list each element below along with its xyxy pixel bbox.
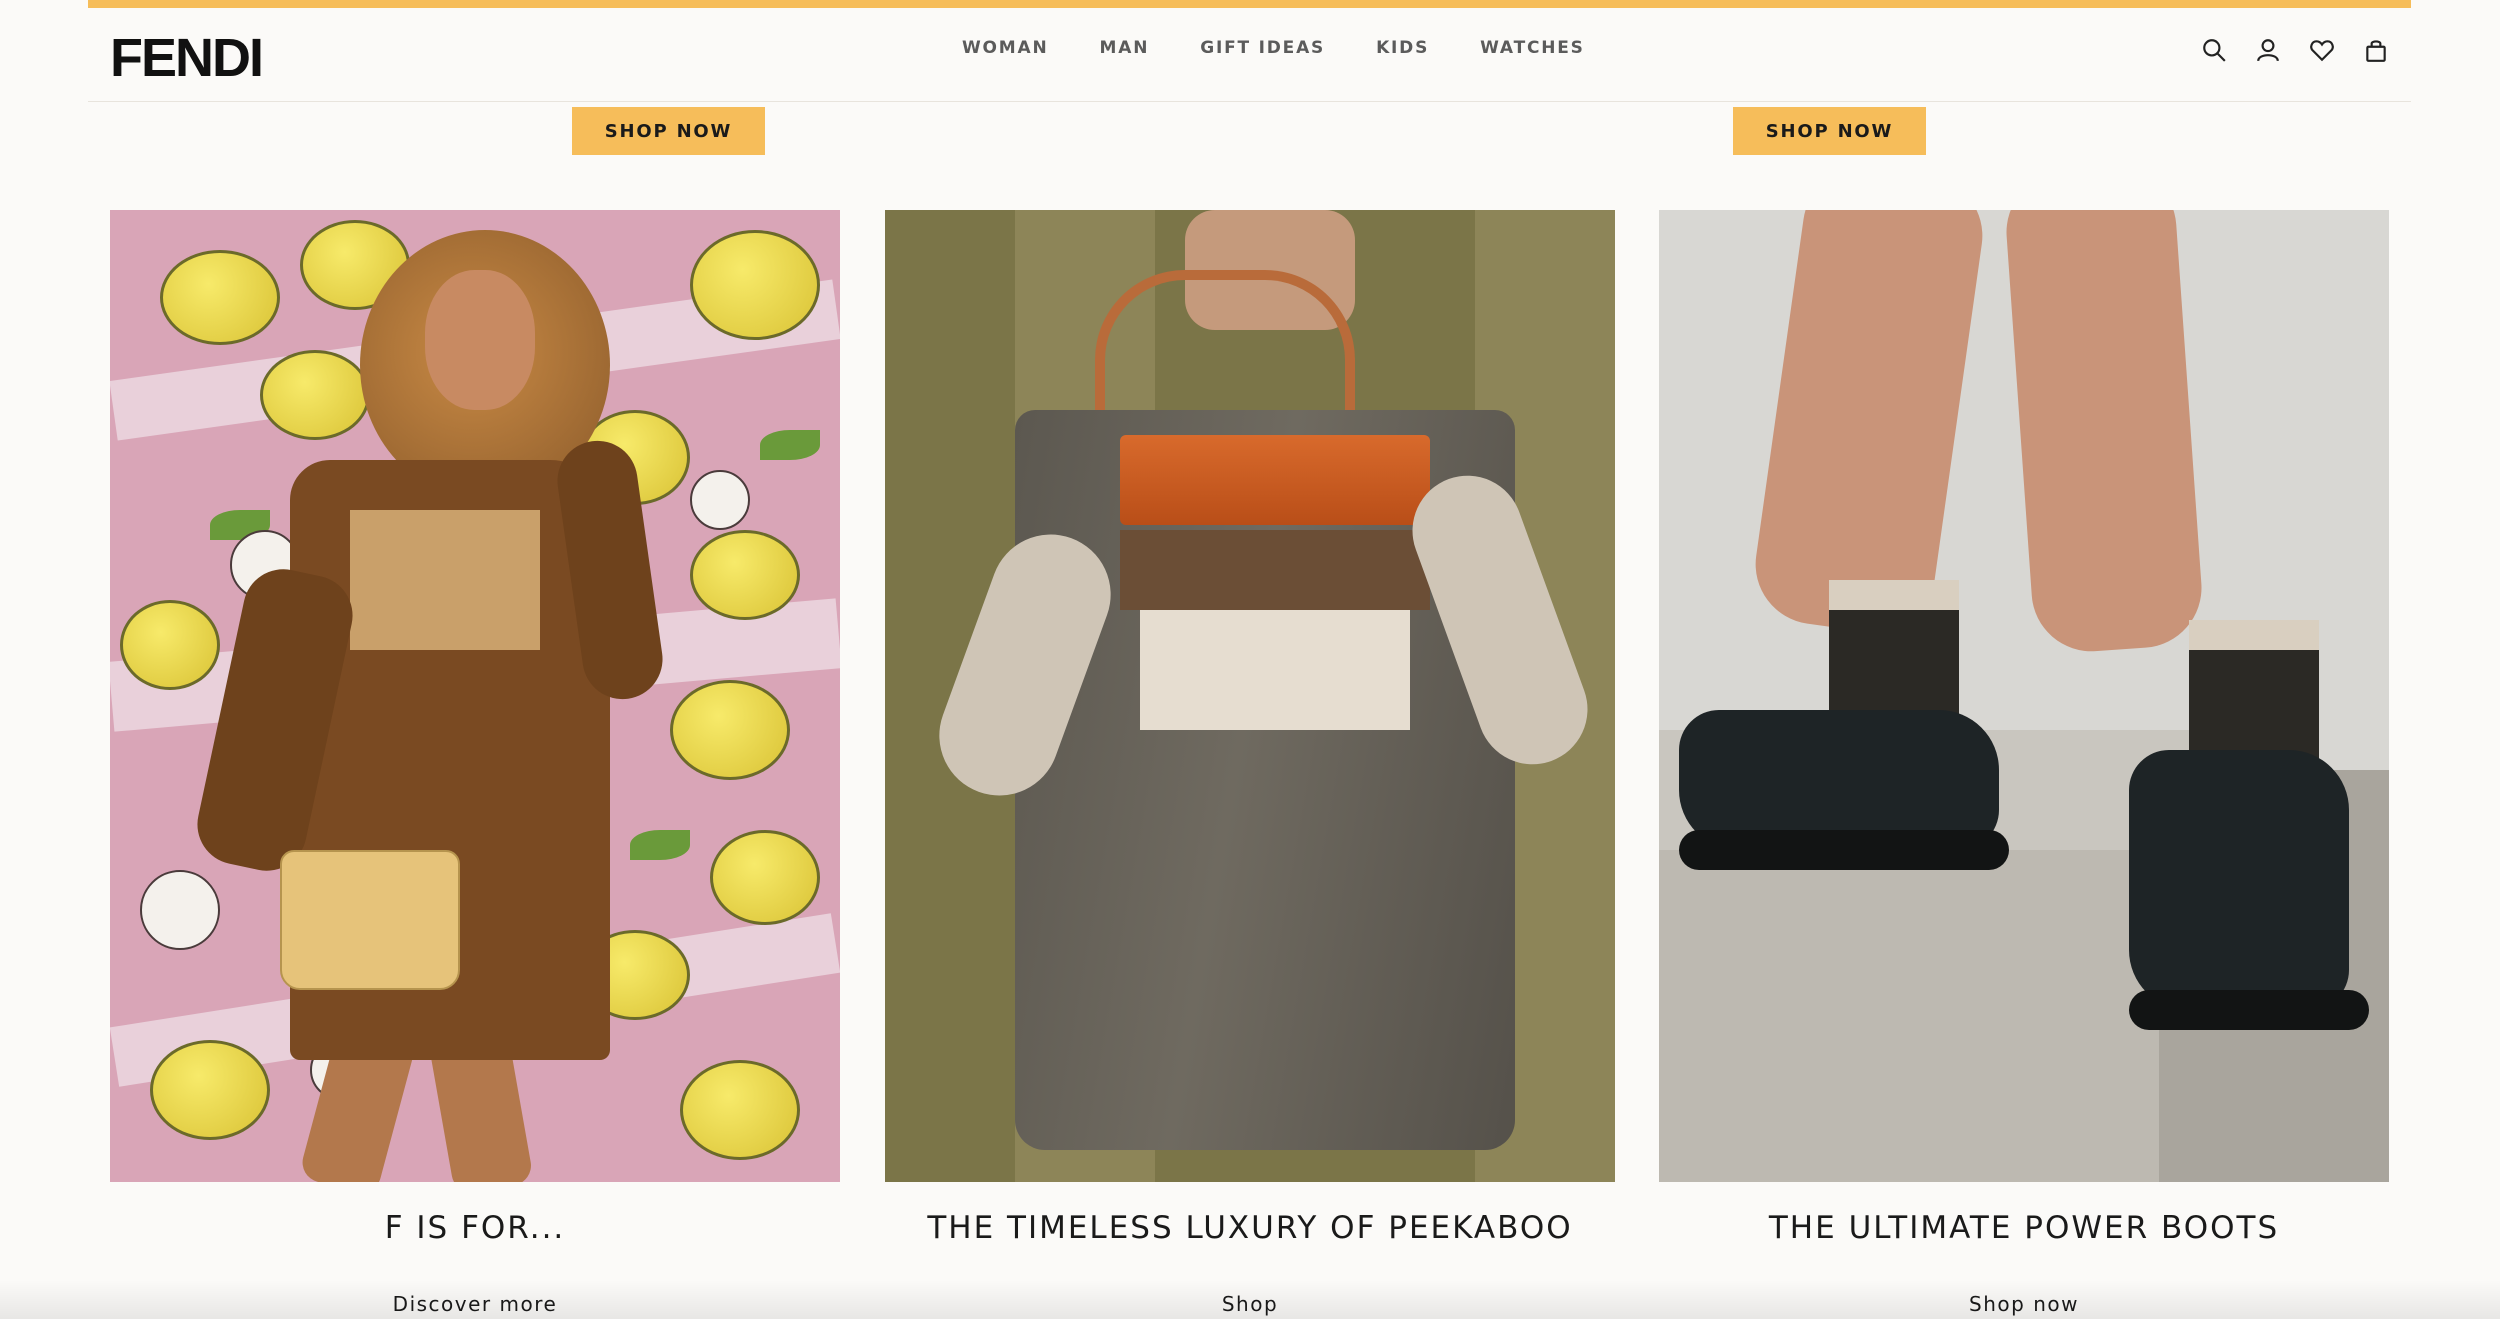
- peekaboo-bag-image[interactable]: [885, 210, 1615, 1182]
- product-card-peekaboo: THE TIMELESS LUXURY OF PEEKABOO Shop: [885, 210, 1615, 1316]
- nav-item-kids[interactable]: KIDS: [1376, 38, 1429, 58]
- card-title: F IS FOR...: [384, 1210, 566, 1246]
- shop-link[interactable]: Shop: [885, 1292, 1615, 1316]
- nav-item-watches[interactable]: WATCHES: [1480, 38, 1585, 58]
- shop-now-button-left[interactable]: SHOP NOW: [572, 107, 765, 155]
- account-icon[interactable]: [2254, 36, 2282, 64]
- fendi-logo[interactable]: FENDI: [110, 28, 264, 88]
- product-card-f-is-for: F IS FOR... Discover more: [110, 210, 840, 1316]
- product-card-power-boots: THE ULTIMATE POWER BOOTS Shop now: [1659, 210, 2389, 1316]
- card-title: THE ULTIMATE POWER BOOTS: [1768, 1210, 2280, 1246]
- shopping-bag-icon[interactable]: [2362, 36, 2390, 64]
- card-title: THE TIMELESS LUXURY OF PEEKABOO: [927, 1210, 1573, 1246]
- nav-item-gift-ideas[interactable]: GIFT IDEAS: [1200, 38, 1325, 58]
- shop-now-button-right[interactable]: SHOP NOW: [1733, 107, 1926, 155]
- header-icons: [2200, 36, 2390, 64]
- site-header: FENDI WOMAN MAN GIFT IDEAS KIDS WATCHES: [88, 8, 2411, 102]
- main-nav: WOMAN MAN GIFT IDEAS KIDS WATCHES: [962, 38, 1585, 58]
- discover-more-link[interactable]: Discover more: [110, 1292, 840, 1316]
- page-frame: FENDI WOMAN MAN GIFT IDEAS KIDS WATCHES …: [88, 0, 2411, 1319]
- nav-item-woman[interactable]: WOMAN: [962, 38, 1049, 58]
- power-boots-image[interactable]: [1659, 210, 2389, 1182]
- search-icon[interactable]: [2200, 36, 2228, 64]
- wishlist-heart-icon[interactable]: [2308, 36, 2336, 64]
- nav-item-man[interactable]: MAN: [1100, 38, 1150, 58]
- shop-now-link[interactable]: Shop now: [1659, 1292, 2389, 1316]
- woman-with-lemons-image[interactable]: [110, 210, 840, 1182]
- top-accent-strip: [88, 0, 2411, 8]
